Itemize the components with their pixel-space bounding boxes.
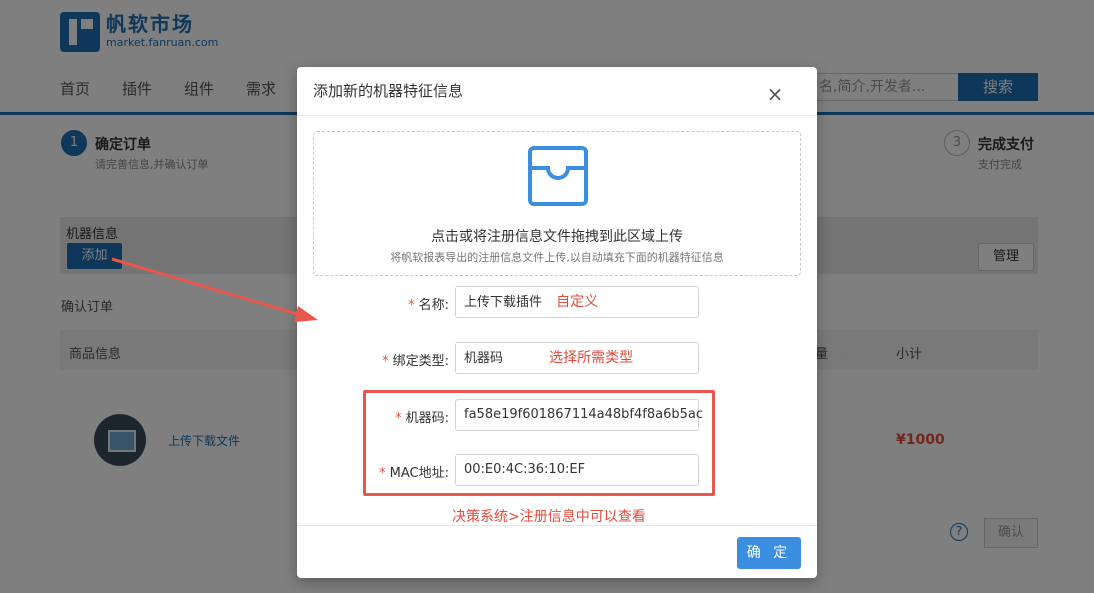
required-mark: * — [408, 298, 415, 313]
upload-instruction: 点击或将注册信息文件拖拽到此区域上传 — [431, 229, 683, 245]
add-machine-dialog: 添加新的机器特征信息 × 点击或将注册信息文件拖拽到此区域上传 将帆软报表导出的… — [297, 67, 849, 578]
bind-type-value: 机器码 — [464, 351, 504, 366]
chevron-down-icon — [839, 355, 849, 361]
footer-divider — [297, 525, 817, 526]
upload-hint: 将帆软报表导出的注册信息文件上传,以自动填充下面的机器特征信息 — [390, 251, 724, 264]
close-icon[interactable]: × — [765, 84, 785, 104]
bind-type-select[interactable]: 机器码 选择所需类型 — [455, 342, 849, 374]
inbox-icon — [528, 146, 588, 206]
ok-button[interactable]: 确 定 — [737, 537, 801, 569]
name-field[interactable]: 上传下载插件 自定义 — [455, 286, 699, 318]
upload-dropzone[interactable]: 点击或将注册信息文件拖拽到此区域上传 将帆软报表导出的注册信息文件上传,以自动填… — [313, 131, 801, 276]
title-divider — [297, 115, 817, 116]
name-label: * 名称: — [408, 298, 449, 313]
bind-type-label: * 绑定类型: — [382, 354, 449, 369]
annotation-highlight-box — [363, 390, 715, 496]
bind-type-annotation: 选择所需类型 — [549, 350, 634, 366]
name-value: 上传下载插件 — [464, 295, 543, 310]
dialog-title: 添加新的机器特征信息 — [313, 82, 464, 100]
highlight-annotation: 决策系统>注册信息中可以查看 — [452, 509, 646, 525]
name-annotation: 自定义 — [556, 294, 599, 310]
